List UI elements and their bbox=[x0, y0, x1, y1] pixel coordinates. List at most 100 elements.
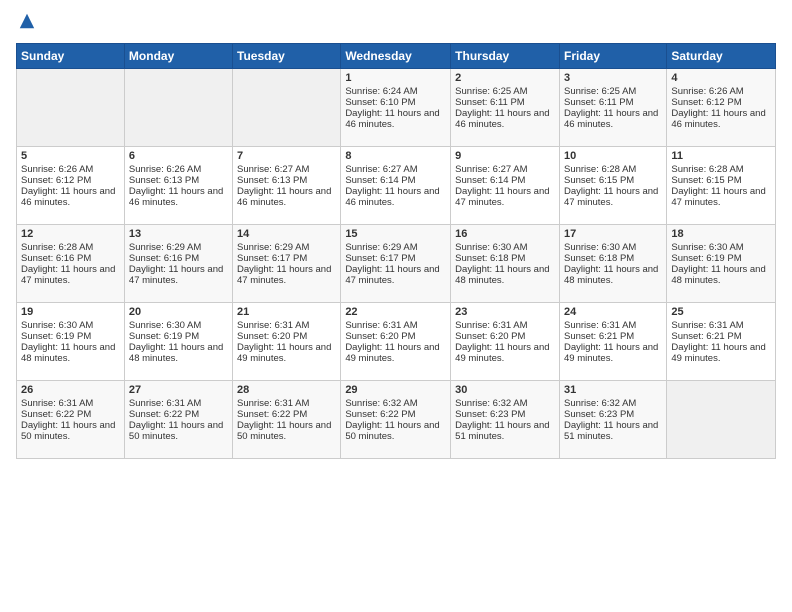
sunset-text: Sunset: 6:17 PM bbox=[345, 253, 415, 264]
day-number: 16 bbox=[455, 228, 555, 240]
calendar-week-row: 5Sunrise: 6:26 AMSunset: 6:12 PMDaylight… bbox=[17, 146, 776, 224]
calendar-day-header: Wednesday bbox=[341, 43, 451, 68]
day-number: 9 bbox=[455, 150, 555, 162]
daylight-text: Daylight: 11 hours and 49 minutes. bbox=[455, 342, 549, 364]
sunrise-text: Sunrise: 6:28 AM bbox=[671, 164, 743, 175]
calendar-cell bbox=[17, 68, 125, 146]
sunset-text: Sunset: 6:22 PM bbox=[345, 409, 415, 420]
sunrise-text: Sunrise: 6:24 AM bbox=[345, 86, 417, 97]
calendar-day-header: Saturday bbox=[667, 43, 776, 68]
sunrise-text: Sunrise: 6:29 AM bbox=[345, 242, 417, 253]
day-number: 6 bbox=[129, 150, 228, 162]
day-number: 17 bbox=[564, 228, 662, 240]
daylight-text: Daylight: 11 hours and 48 minutes. bbox=[21, 342, 115, 364]
daylight-text: Daylight: 11 hours and 46 minutes. bbox=[237, 186, 331, 208]
day-number: 26 bbox=[21, 384, 120, 396]
sunset-text: Sunset: 6:19 PM bbox=[129, 331, 199, 342]
calendar-cell: 16Sunrise: 6:30 AMSunset: 6:18 PMDayligh… bbox=[451, 224, 560, 302]
calendar-cell: 21Sunrise: 6:31 AMSunset: 6:20 PMDayligh… bbox=[233, 302, 341, 380]
daylight-text: Daylight: 11 hours and 49 minutes. bbox=[237, 342, 331, 364]
day-number: 4 bbox=[671, 72, 771, 84]
daylight-text: Daylight: 11 hours and 50 minutes. bbox=[21, 420, 115, 442]
daylight-text: Daylight: 11 hours and 47 minutes. bbox=[564, 186, 658, 208]
day-number: 27 bbox=[129, 384, 228, 396]
calendar-cell bbox=[124, 68, 232, 146]
sunrise-text: Sunrise: 6:25 AM bbox=[564, 86, 636, 97]
sunrise-text: Sunrise: 6:31 AM bbox=[671, 320, 743, 331]
calendar-week-row: 1Sunrise: 6:24 AMSunset: 6:10 PMDaylight… bbox=[17, 68, 776, 146]
daylight-text: Daylight: 11 hours and 47 minutes. bbox=[345, 264, 439, 286]
calendar-cell: 7Sunrise: 6:27 AMSunset: 6:13 PMDaylight… bbox=[233, 146, 341, 224]
sunset-text: Sunset: 6:20 PM bbox=[237, 331, 307, 342]
daylight-text: Daylight: 11 hours and 48 minutes. bbox=[129, 342, 223, 364]
daylight-text: Daylight: 11 hours and 46 minutes. bbox=[564, 108, 658, 130]
day-number: 2 bbox=[455, 72, 555, 84]
daylight-text: Daylight: 11 hours and 46 minutes. bbox=[455, 108, 549, 130]
calendar-day-header: Monday bbox=[124, 43, 232, 68]
day-number: 31 bbox=[564, 384, 662, 396]
daylight-text: Daylight: 11 hours and 47 minutes. bbox=[237, 264, 331, 286]
calendar-cell: 17Sunrise: 6:30 AMSunset: 6:18 PMDayligh… bbox=[559, 224, 666, 302]
sunset-text: Sunset: 6:12 PM bbox=[21, 175, 91, 186]
day-number: 3 bbox=[564, 72, 662, 84]
sunset-text: Sunset: 6:12 PM bbox=[671, 97, 741, 108]
calendar-cell: 31Sunrise: 6:32 AMSunset: 6:23 PMDayligh… bbox=[559, 380, 666, 458]
day-number: 13 bbox=[129, 228, 228, 240]
day-number: 22 bbox=[345, 306, 446, 318]
sunrise-text: Sunrise: 6:30 AM bbox=[455, 242, 527, 253]
calendar-cell: 4Sunrise: 6:26 AMSunset: 6:12 PMDaylight… bbox=[667, 68, 776, 146]
sunrise-text: Sunrise: 6:31 AM bbox=[564, 320, 636, 331]
sunset-text: Sunset: 6:13 PM bbox=[237, 175, 307, 186]
daylight-text: Daylight: 11 hours and 46 minutes. bbox=[21, 186, 115, 208]
sunset-text: Sunset: 6:20 PM bbox=[455, 331, 525, 342]
header bbox=[16, 12, 776, 35]
calendar-cell bbox=[667, 380, 776, 458]
calendar-day-header: Friday bbox=[559, 43, 666, 68]
calendar-cell: 25Sunrise: 6:31 AMSunset: 6:21 PMDayligh… bbox=[667, 302, 776, 380]
sunset-text: Sunset: 6:16 PM bbox=[129, 253, 199, 264]
calendar-week-row: 19Sunrise: 6:30 AMSunset: 6:19 PMDayligh… bbox=[17, 302, 776, 380]
calendar-cell: 6Sunrise: 6:26 AMSunset: 6:13 PMDaylight… bbox=[124, 146, 232, 224]
sunset-text: Sunset: 6:21 PM bbox=[564, 331, 634, 342]
sunset-text: Sunset: 6:15 PM bbox=[671, 175, 741, 186]
day-number: 11 bbox=[671, 150, 771, 162]
sunrise-text: Sunrise: 6:26 AM bbox=[21, 164, 93, 175]
logo bbox=[16, 12, 36, 35]
sunrise-text: Sunrise: 6:27 AM bbox=[455, 164, 527, 175]
sunset-text: Sunset: 6:16 PM bbox=[21, 253, 91, 264]
sunrise-text: Sunrise: 6:31 AM bbox=[455, 320, 527, 331]
sunrise-text: Sunrise: 6:29 AM bbox=[237, 242, 309, 253]
calendar-day-header: Thursday bbox=[451, 43, 560, 68]
calendar-cell: 13Sunrise: 6:29 AMSunset: 6:16 PMDayligh… bbox=[124, 224, 232, 302]
calendar-cell: 1Sunrise: 6:24 AMSunset: 6:10 PMDaylight… bbox=[341, 68, 451, 146]
calendar-day-header: Sunday bbox=[17, 43, 125, 68]
sunset-text: Sunset: 6:13 PM bbox=[129, 175, 199, 186]
calendar-header-row: SundayMondayTuesdayWednesdayThursdayFrid… bbox=[17, 43, 776, 68]
calendar-week-row: 26Sunrise: 6:31 AMSunset: 6:22 PMDayligh… bbox=[17, 380, 776, 458]
calendar-cell: 30Sunrise: 6:32 AMSunset: 6:23 PMDayligh… bbox=[451, 380, 560, 458]
logo-icon bbox=[18, 12, 36, 30]
calendar-cell: 14Sunrise: 6:29 AMSunset: 6:17 PMDayligh… bbox=[233, 224, 341, 302]
daylight-text: Daylight: 11 hours and 47 minutes. bbox=[671, 186, 765, 208]
sunrise-text: Sunrise: 6:30 AM bbox=[129, 320, 201, 331]
sunset-text: Sunset: 6:14 PM bbox=[345, 175, 415, 186]
sunset-text: Sunset: 6:23 PM bbox=[564, 409, 634, 420]
daylight-text: Daylight: 11 hours and 50 minutes. bbox=[237, 420, 331, 442]
sunrise-text: Sunrise: 6:31 AM bbox=[237, 320, 309, 331]
calendar-cell: 23Sunrise: 6:31 AMSunset: 6:20 PMDayligh… bbox=[451, 302, 560, 380]
sunset-text: Sunset: 6:18 PM bbox=[455, 253, 525, 264]
sunset-text: Sunset: 6:17 PM bbox=[237, 253, 307, 264]
day-number: 29 bbox=[345, 384, 446, 396]
daylight-text: Daylight: 11 hours and 49 minutes. bbox=[564, 342, 658, 364]
daylight-text: Daylight: 11 hours and 48 minutes. bbox=[671, 264, 765, 286]
sunset-text: Sunset: 6:22 PM bbox=[21, 409, 91, 420]
sunset-text: Sunset: 6:11 PM bbox=[564, 97, 634, 108]
day-number: 8 bbox=[345, 150, 446, 162]
sunrise-text: Sunrise: 6:29 AM bbox=[129, 242, 201, 253]
sunrise-text: Sunrise: 6:31 AM bbox=[129, 398, 201, 409]
sunrise-text: Sunrise: 6:25 AM bbox=[455, 86, 527, 97]
day-number: 12 bbox=[21, 228, 120, 240]
sunset-text: Sunset: 6:18 PM bbox=[564, 253, 634, 264]
sunrise-text: Sunrise: 6:28 AM bbox=[564, 164, 636, 175]
calendar: SundayMondayTuesdayWednesdayThursdayFrid… bbox=[16, 43, 776, 459]
